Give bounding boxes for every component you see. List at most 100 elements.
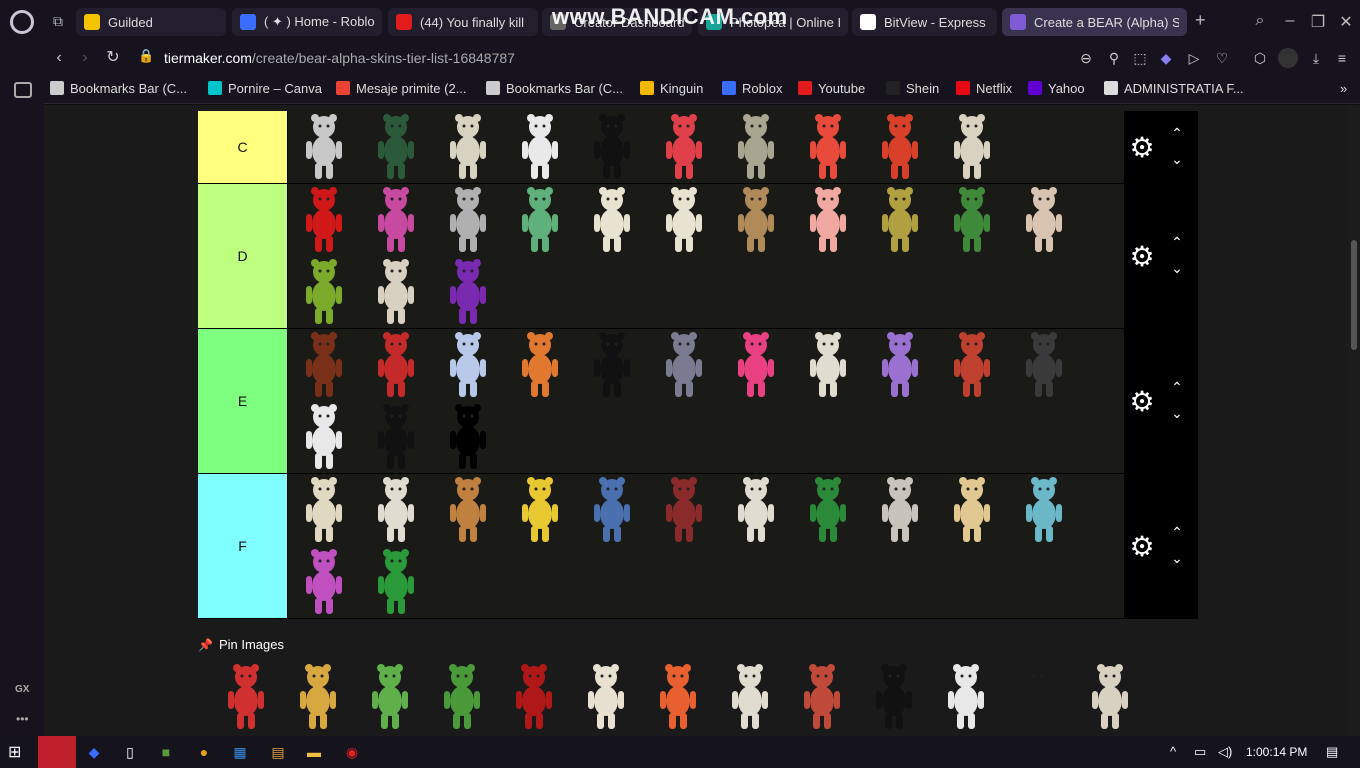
skin-image[interactable] [936, 111, 1008, 183]
bookmark-item[interactable]: Bookmarks Bar (C... [486, 79, 623, 97]
bookmark-item[interactable]: Mesaje primite (2... [336, 79, 467, 97]
tier-label[interactable]: F [198, 474, 288, 618]
skin-image[interactable] [360, 184, 432, 256]
browser-tab[interactable]: Create a BEAR (Alpha) Sk [1002, 8, 1187, 36]
pin-skin-image[interactable] [642, 661, 714, 733]
skin-image[interactable] [792, 474, 864, 546]
gear-icon[interactable]: ⚙ [1128, 532, 1156, 561]
tier-label[interactable]: C [198, 111, 288, 183]
reload-icon[interactable]: ↻ [102, 48, 124, 68]
skin-image[interactable] [360, 256, 432, 328]
skin-image[interactable] [1008, 184, 1080, 256]
pin-skin-image[interactable] [714, 661, 786, 733]
tab-switcher-icon[interactable]: ⧉ [48, 12, 68, 30]
scrollbar-thumb[interactable] [1351, 240, 1357, 350]
new-tab-icon[interactable]: + [1195, 10, 1206, 31]
skin-image[interactable] [792, 111, 864, 183]
skin-image[interactable] [288, 256, 360, 328]
skin-image[interactable] [1008, 329, 1080, 401]
skin-image[interactable] [936, 184, 1008, 256]
bookmark-item[interactable]: Kinguin [640, 79, 703, 97]
gear-icon[interactable]: ⚙ [1128, 242, 1156, 271]
browser-tab[interactable]: ( ✦ ) Home - Roblo [232, 8, 382, 36]
move-up-icon[interactable]: ⌃ [1168, 235, 1186, 249]
skin-image[interactable] [288, 546, 360, 618]
profile-avatar[interactable] [1278, 48, 1298, 68]
move-down-icon[interactable]: ⌄ [1168, 406, 1186, 420]
pin-skin-image[interactable] [1074, 661, 1146, 733]
bookmark-item[interactable]: ADMINISTRATIA F... [1104, 79, 1244, 97]
bookmark-item[interactable]: Shein [886, 79, 939, 97]
heart-icon[interactable]: ♡ [1212, 48, 1232, 68]
skin-image[interactable] [720, 329, 792, 401]
skin-image[interactable] [648, 111, 720, 183]
pin-skin-image[interactable] [498, 661, 570, 733]
roblox-taskbar-icon[interactable]: ◆ [78, 740, 110, 764]
taskbar-active-app[interactable] [38, 736, 76, 768]
pin-skin-image[interactable] [210, 661, 282, 733]
bookmarks-more-icon[interactable]: » [1340, 79, 1347, 97]
store-taskbar-icon[interactable]: ▦ [224, 740, 256, 764]
pin-skin-image[interactable] [858, 661, 930, 733]
menu-icon[interactable]: ≡ [1332, 48, 1352, 68]
skin-image[interactable] [360, 546, 432, 618]
gear-icon[interactable]: ⚙ [1128, 387, 1156, 416]
browser-tab[interactable]: (44) You finally kill [388, 8, 538, 36]
skin-image[interactable] [864, 474, 936, 546]
back-icon[interactable]: ‹ [48, 48, 70, 68]
skin-image[interactable] [360, 329, 432, 401]
skin-image[interactable] [432, 329, 504, 401]
skin-image[interactable] [648, 184, 720, 256]
record-taskbar-icon[interactable]: ◉ [336, 740, 368, 764]
skin-image[interactable] [504, 329, 576, 401]
skin-image[interactable] [936, 474, 1008, 546]
shield-icon[interactable]: ◆ [1156, 48, 1176, 68]
skin-image[interactable] [504, 111, 576, 183]
skin-image[interactable] [360, 111, 432, 183]
move-up-icon[interactable]: ⌃ [1168, 525, 1186, 539]
skin-image[interactable] [792, 329, 864, 401]
skin-image[interactable] [864, 111, 936, 183]
bookmark-item[interactable]: Youtube [798, 79, 865, 97]
skin-image[interactable] [360, 474, 432, 546]
skin-image[interactable] [720, 474, 792, 546]
skin-image[interactable] [432, 401, 504, 473]
skin-image[interactable] [576, 111, 648, 183]
skin-image[interactable] [288, 329, 360, 401]
browser-tab[interactable]: BitView - Express [852, 8, 997, 36]
tier-label[interactable]: E [198, 329, 288, 473]
send-icon[interactable]: ▷ [1184, 48, 1204, 68]
archive-taskbar-icon[interactable]: ▤ [262, 740, 294, 764]
skin-image[interactable] [432, 256, 504, 328]
download-icon[interactable]: ⤓ [1306, 48, 1326, 68]
skin-image[interactable] [648, 474, 720, 546]
skin-image[interactable] [432, 111, 504, 183]
pin-skin-image[interactable] [1002, 661, 1074, 733]
skin-image[interactable] [864, 184, 936, 256]
bookmark-item[interactable]: Netflix [956, 79, 1012, 97]
bookmark-item[interactable]: Bookmarks Bar (C... [50, 79, 187, 97]
move-up-icon[interactable]: ⌃ [1168, 380, 1186, 394]
skin-image[interactable] [288, 184, 360, 256]
gear-icon[interactable]: ⚙ [1128, 133, 1156, 162]
pin-skin-image[interactable] [282, 661, 354, 733]
move-down-icon[interactable]: ⌄ [1168, 261, 1186, 275]
sidebar-more-icon[interactable]: ••• [16, 712, 29, 726]
bookmark-item[interactable]: Pornire – Canva [208, 79, 322, 97]
lock-icon[interactable]: 🔒 [138, 48, 154, 64]
tier-label[interactable]: D [198, 184, 288, 328]
app-taskbar-icon[interactable]: ● [188, 740, 220, 764]
taskbar-clock[interactable]: 1:00:14 PM [1246, 745, 1307, 759]
skin-image[interactable] [288, 401, 360, 473]
skin-image[interactable] [432, 184, 504, 256]
pin-skin-image[interactable] [354, 661, 426, 733]
minimize-icon[interactable]: – [1280, 12, 1300, 30]
skin-image[interactable] [936, 329, 1008, 401]
skin-image[interactable] [360, 401, 432, 473]
folder-taskbar-icon[interactable]: ▬ [298, 740, 330, 764]
forward-icon[interactable]: › [74, 48, 96, 68]
skin-image[interactable] [864, 329, 936, 401]
pin-skin-image[interactable] [570, 661, 642, 733]
bookmark-item[interactable]: Roblox [722, 79, 782, 97]
skin-image[interactable] [720, 111, 792, 183]
